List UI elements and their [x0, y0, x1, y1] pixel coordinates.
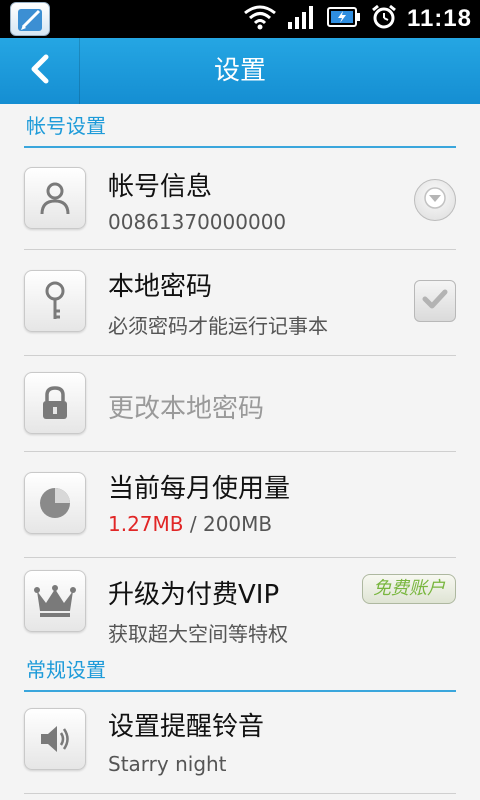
chevron-down-icon	[423, 186, 447, 214]
notepad-app-icon	[10, 2, 50, 36]
account-info-title: 帐号信息	[108, 172, 213, 202]
alarm-icon	[371, 4, 397, 34]
pie-chart-icon	[24, 472, 86, 534]
section-header-general: 常规设置	[24, 648, 456, 692]
monthly-usage-title: 当前每月使用量	[108, 474, 291, 504]
wifi-icon	[243, 4, 277, 34]
battery-charging-icon	[326, 6, 361, 32]
account-info-row[interactable]: 帐号信息 00861370000000	[24, 150, 456, 250]
vip-upgrade-subtitle: 获取超大空间等特权	[108, 622, 288, 646]
vip-upgrade-title: 升级为付费VIP	[108, 580, 280, 610]
monthly-usage-row[interactable]: 当前每月使用量 1.27MB / 200MB	[24, 452, 456, 558]
change-password-title: 更改本地密码	[108, 394, 265, 424]
monthly-usage-value: 1.27MB / 200MB	[108, 512, 272, 536]
account-expand-toggle[interactable]	[414, 179, 456, 221]
account-info-value: 00861370000000	[108, 210, 287, 234]
usage-used: 1.27MB	[108, 512, 184, 536]
lock-icon	[24, 372, 86, 434]
vip-upgrade-row[interactable]: 升级为付费VIP 获取超大空间等特权 免费账户	[24, 558, 456, 658]
chevron-left-icon	[28, 54, 52, 88]
back-button[interactable]	[0, 38, 80, 104]
reminder-ringtone-row[interactable]: 设置提醒铃音 Starry night	[24, 694, 456, 794]
local-password-checkbox[interactable]	[414, 280, 456, 322]
checkmark-icon	[421, 287, 449, 315]
status-time: 11:18	[406, 5, 472, 32]
usage-limit: 200MB	[202, 512, 273, 536]
title-bar: 设置	[0, 38, 480, 104]
user-icon	[24, 167, 86, 229]
local-password-subtitle: 必须密码才能运行记事本	[108, 314, 328, 338]
reminder-ringtone-value: Starry night	[108, 752, 227, 776]
status-bar: 11:18	[0, 0, 480, 38]
change-password-row[interactable]: 更改本地密码	[24, 356, 456, 452]
usage-separator: /	[183, 512, 203, 536]
section-header-account: 帐号设置	[24, 104, 456, 148]
local-password-row[interactable]: 本地密码 必须密码才能运行记事本	[24, 250, 456, 356]
speaker-icon	[24, 708, 86, 770]
free-account-badge[interactable]: 免费账户	[362, 574, 456, 604]
reminder-ringtone-title: 设置提醒铃音	[108, 712, 265, 742]
local-password-title: 本地密码	[108, 272, 213, 302]
crown-icon	[24, 570, 86, 632]
key-icon	[24, 270, 86, 332]
signal-icon	[287, 4, 317, 34]
